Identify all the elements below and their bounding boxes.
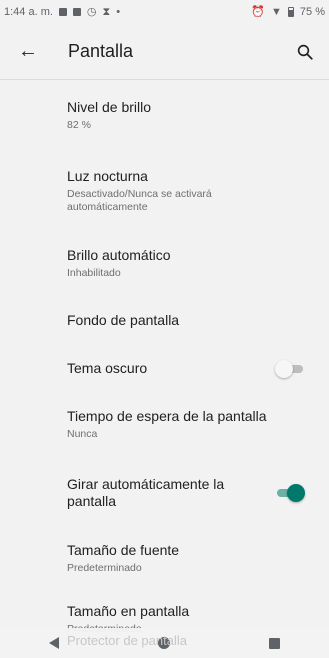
battery-level: 75 %	[299, 6, 325, 18]
setting-brightness-level[interactable]: Nivel de brillo 82 %	[0, 81, 329, 150]
setting-subtitle: Nunca	[67, 428, 98, 440]
back-button[interactable]: ←	[0, 24, 56, 80]
setting-night-light[interactable]: Luz nocturna Desactivado/Nunca se activa…	[0, 150, 329, 232]
setting-subtitle: Inhabilitado	[67, 267, 121, 279]
setting-title: Tema oscuro	[67, 360, 148, 376]
app-bar: ← Pantalla	[0, 24, 329, 80]
toggle-thumb	[275, 359, 293, 378]
auto-rotate-toggle[interactable]	[275, 484, 305, 502]
status-time: 1:44 a. m.	[4, 6, 53, 18]
setting-subtitle: Predeterminado	[67, 561, 142, 574]
setting-subtitle: Desactivado/Nunca se activará automática…	[67, 188, 212, 213]
dark-theme-toggle[interactable]	[275, 359, 305, 378]
timer-icon: ◷	[86, 5, 97, 18]
status-right: ⏰ ▼ 75 %	[251, 6, 325, 18]
notification-icon	[58, 8, 67, 16]
setting-dark-theme[interactable]: Tema oscuro	[0, 346, 329, 391]
setting-title: Tamaño de fuente	[67, 541, 180, 558]
alarm-icon: ⏰	[251, 5, 266, 18]
setting-adaptive-brightness[interactable]: Brillo automático Inhabilitado	[0, 232, 329, 295]
setting-title: Fondo de pantalla	[67, 312, 180, 328]
setting-title: Nivel de brillo	[67, 99, 152, 115]
setting-wallpaper[interactable]: Fondo de pantalla	[0, 295, 329, 346]
arrow-left-icon: ←	[18, 40, 38, 62]
navigation-bar: Protector de pantalla	[0, 628, 329, 658]
setting-screensaver-peek[interactable]: Protector de pantalla	[67, 633, 187, 648]
setting-title: Brillo automático	[67, 247, 171, 263]
battery-icon	[287, 7, 294, 17]
setting-subtitle: 82 %	[67, 119, 91, 131]
search-icon	[297, 44, 313, 60]
dot-icon: •	[116, 5, 121, 18]
status-bar: 1:44 a. m. ◷ ⧗ • ⏰ ▼ 75 %	[0, 0, 329, 24]
wifi-icon: ▼	[271, 5, 282, 18]
nav-back-icon[interactable]	[49, 637, 60, 649]
setting-title: Tamaño en pantalla	[67, 602, 190, 619]
hourglass-icon: ⧗	[102, 5, 111, 18]
setting-title: Luz nocturna	[67, 168, 148, 184]
setting-font-size[interactable]: Tamaño de fuente Predeterminado	[0, 528, 329, 588]
setting-title: Tiempo de espera de la pantalla	[67, 408, 267, 424]
setting-screen-timeout[interactable]: Tiempo de espera de la pantalla Nunca	[0, 391, 329, 458]
setting-auto-rotate[interactable]: Girar automáticamente la pantalla	[0, 458, 329, 528]
settings-list: Nivel de brillo 82 % Luz nocturna Desact…	[0, 81, 329, 650]
toggle-thumb	[287, 484, 305, 502]
notification-icon	[72, 8, 81, 16]
search-button[interactable]	[281, 24, 329, 80]
page-title: Pantalla	[68, 41, 134, 61]
setting-title: Girar automáticamente la pantalla	[67, 476, 225, 509]
status-left: 1:44 a. m. ◷ ⧗ •	[4, 6, 120, 18]
nav-recents-icon[interactable]	[268, 637, 280, 649]
